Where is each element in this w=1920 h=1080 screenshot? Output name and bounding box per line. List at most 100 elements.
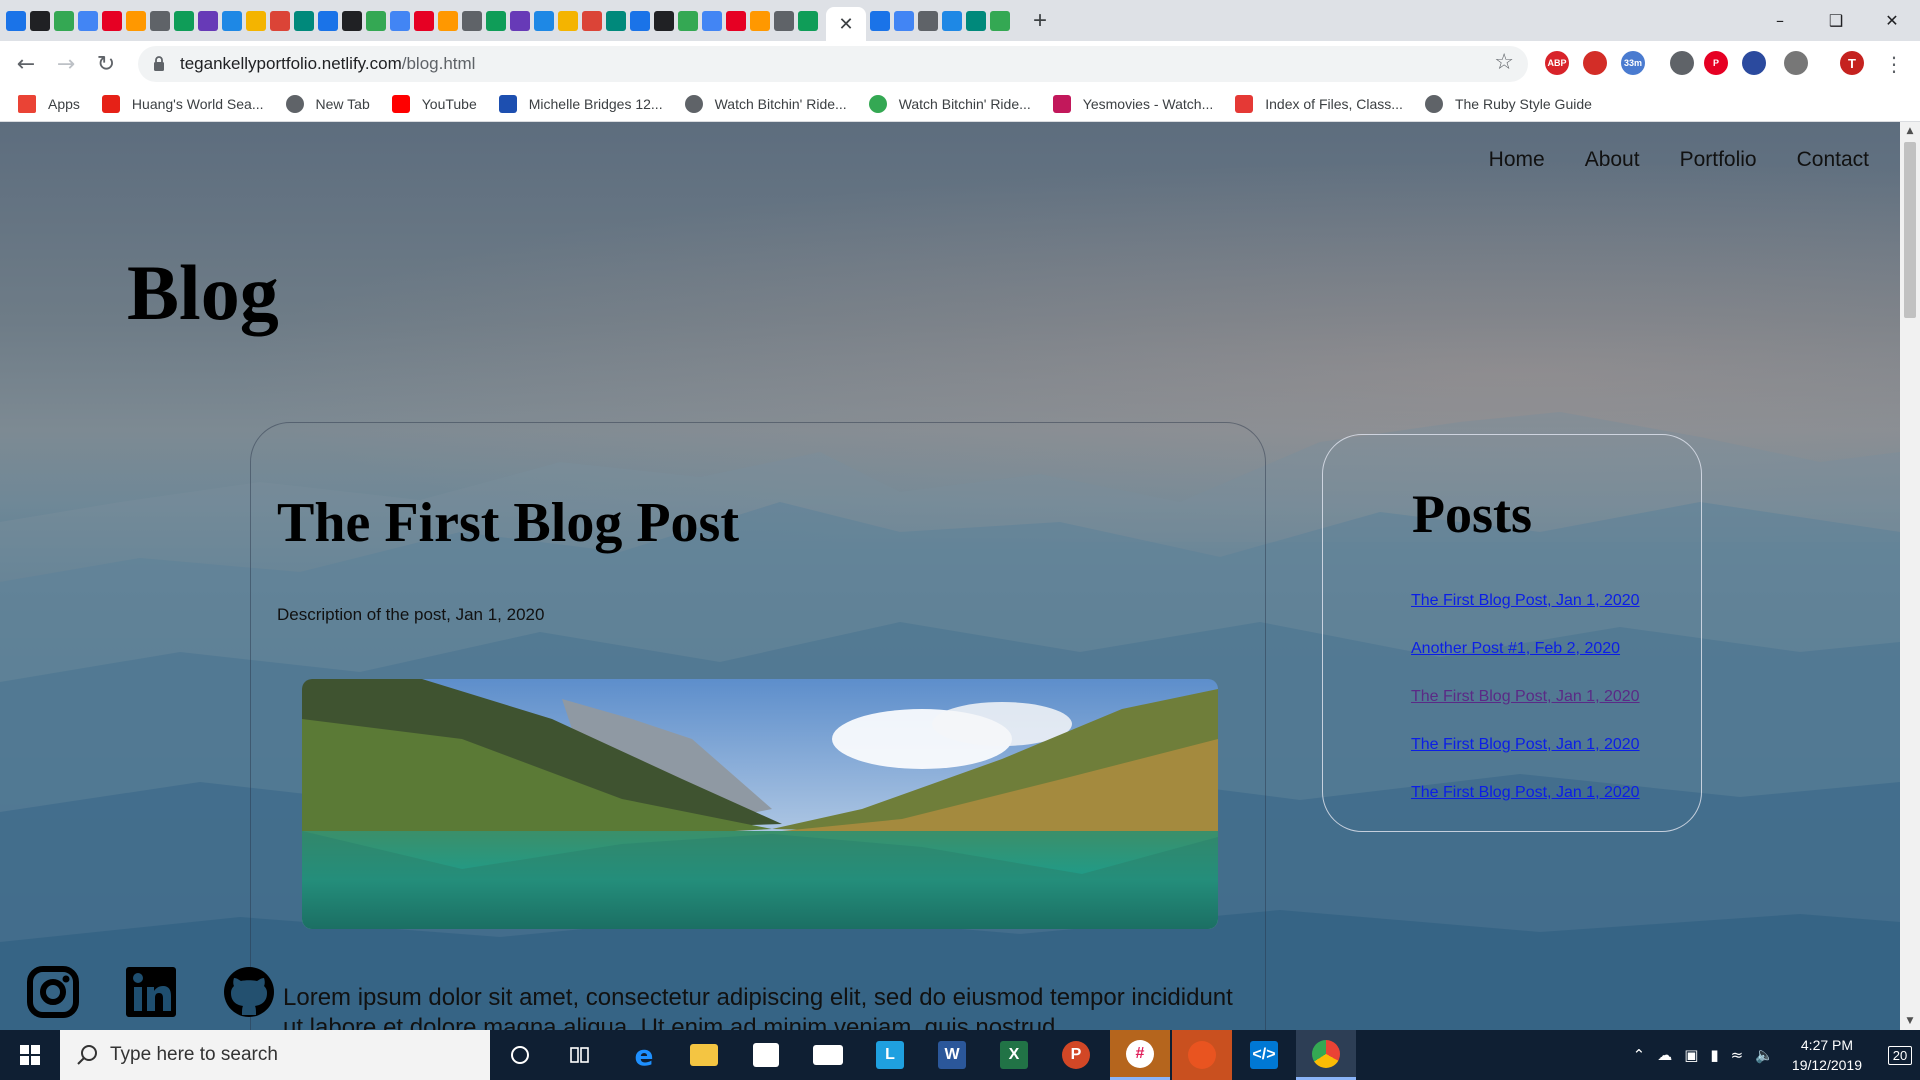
bookmark-item[interactable]: YouTube: [391, 95, 477, 113]
abp-icon[interactable]: ABP: [1545, 51, 1569, 75]
background-tab-favicon[interactable]: [798, 10, 818, 31]
menu-kebab-icon[interactable]: ⋮: [1874, 44, 1914, 84]
bookmark-item[interactable]: Michelle Bridges 12...: [498, 95, 663, 113]
notification-center[interactable]: 20: [1880, 1030, 1920, 1080]
background-tab-favicon[interactable]: [102, 10, 122, 31]
store-icon[interactable]: [736, 1030, 796, 1080]
background-tab-favicon[interactable]: [870, 10, 890, 31]
mail-icon[interactable]: [798, 1030, 858, 1080]
background-tab-favicon[interactable]: [318, 10, 338, 31]
volume-icon[interactable]: 🔈: [1755, 1046, 1774, 1064]
defender-icon[interactable]: ▣: [1684, 1046, 1698, 1064]
background-tab-favicon[interactable]: [942, 10, 962, 31]
bookmark-item[interactable]: Watch Bitchin' Ride...: [868, 95, 1031, 113]
bookmark-star-icon[interactable]: ☆: [1494, 50, 1514, 75]
page-scrollbar[interactable]: ▲ ▼: [1900, 122, 1920, 1030]
wifi-icon[interactable]: ≈: [1731, 1046, 1744, 1064]
background-tab-favicon[interactable]: [702, 10, 722, 31]
chrome-icon[interactable]: [1296, 1030, 1356, 1080]
ubuntu-icon[interactable]: [1172, 1030, 1232, 1080]
background-tab-favicon[interactable]: [78, 10, 98, 31]
pinterest-icon[interactable]: P: [1704, 51, 1728, 75]
background-tab-favicon[interactable]: [174, 10, 194, 31]
background-tab-favicon[interactable]: [678, 10, 698, 31]
chevron-up-icon[interactable]: ⌃: [1633, 1046, 1646, 1064]
new-tab-button[interactable]: +: [1028, 7, 1052, 35]
profile-avatar[interactable]: T: [1840, 51, 1864, 75]
bookmark-item[interactable]: Apps: [18, 95, 80, 113]
background-tab-favicon[interactable]: [774, 10, 794, 31]
forward-icon[interactable]: →: [46, 44, 86, 84]
pencil-icon[interactable]: [1670, 51, 1694, 75]
address-bar[interactable]: tegankellyportfolio.netlify.com/blog.htm…: [138, 46, 1528, 82]
onedrive-icon[interactable]: ☁: [1657, 1046, 1672, 1064]
background-tab-favicon[interactable]: [894, 10, 914, 31]
lastpass-icon[interactable]: [1583, 51, 1607, 75]
background-tab-favicon[interactable]: [366, 10, 386, 31]
edge-icon[interactable]: e: [614, 1030, 674, 1080]
post-link[interactable]: The First Blog Post, Jan 1, 2020: [1411, 591, 1640, 639]
background-tab-favicon[interactable]: [462, 10, 482, 31]
github-icon[interactable]: [222, 965, 276, 1019]
background-tab-favicon[interactable]: [510, 10, 530, 31]
background-tab-favicon[interactable]: [54, 10, 74, 31]
excel-icon[interactable]: X: [984, 1030, 1044, 1080]
word-icon[interactable]: W: [922, 1030, 982, 1080]
background-tab-favicon[interactable]: [30, 10, 50, 31]
timer-icon[interactable]: 33m: [1621, 51, 1645, 75]
nav-link-portfolio[interactable]: Portfolio: [1680, 148, 1757, 172]
background-tab-favicon[interactable]: [654, 10, 674, 31]
background-tab-favicon[interactable]: [270, 10, 290, 31]
background-tab-favicon[interactable]: [150, 10, 170, 31]
pocket-icon[interactable]: [1784, 51, 1808, 75]
instagram-icon[interactable]: [26, 965, 80, 1019]
post-link[interactable]: The First Blog Post, Jan 1, 2020: [1411, 687, 1640, 735]
background-tab-favicon[interactable]: [126, 10, 146, 31]
background-tab-favicon[interactable]: [390, 10, 410, 31]
vscode-icon[interactable]: </>: [1234, 1030, 1294, 1080]
scroll-down-arrow[interactable]: ▼: [1900, 1012, 1920, 1030]
minimize-button[interactable]: –: [1752, 0, 1808, 41]
cortana-icon[interactable]: [490, 1030, 550, 1080]
active-tab-close-icon[interactable]: ✕: [826, 7, 866, 41]
bookmark-item[interactable]: Index of Files, Class...: [1235, 95, 1403, 113]
nav-link-about[interactable]: About: [1585, 148, 1640, 172]
bookmark-item[interactable]: Yesmovies - Watch...: [1052, 95, 1213, 113]
nav-link-contact[interactable]: Contact: [1797, 148, 1869, 172]
maximize-button[interactable]: ❑: [1808, 0, 1864, 41]
reload-icon[interactable]: ↻: [86, 44, 126, 84]
background-tab-favicon[interactable]: [222, 10, 242, 31]
bookmark-item[interactable]: The Ruby Style Guide: [1424, 95, 1592, 113]
clock[interactable]: 4:27 PM 19/12/2019: [1792, 1035, 1862, 1075]
post-link[interactable]: Another Post #1, Feb 2, 2020: [1411, 639, 1640, 687]
background-tab-favicon[interactable]: [414, 10, 434, 31]
linkedin-icon[interactable]: [124, 965, 178, 1019]
l-app-icon[interactable]: L: [860, 1030, 920, 1080]
background-tab-favicon[interactable]: [990, 10, 1010, 31]
background-tab-favicon[interactable]: [966, 10, 986, 31]
background-tab-favicon[interactable]: [726, 10, 746, 31]
background-tab-favicon[interactable]: [6, 10, 26, 31]
background-tab-favicon[interactable]: [486, 10, 506, 31]
background-tab-favicon[interactable]: [558, 10, 578, 31]
background-tab-favicon[interactable]: [294, 10, 314, 31]
background-tab-favicon[interactable]: [198, 10, 218, 31]
background-tab-favicon[interactable]: [438, 10, 458, 31]
background-tab-favicon[interactable]: [750, 10, 770, 31]
powerpoint-icon[interactable]: P: [1046, 1030, 1106, 1080]
nav-link-home[interactable]: Home: [1489, 148, 1545, 172]
background-tab-favicon[interactable]: [918, 10, 938, 31]
scroll-thumb[interactable]: [1904, 142, 1916, 318]
background-tab-favicon[interactable]: [342, 10, 362, 31]
bookmark-item[interactable]: Huang's World Sea...: [101, 95, 264, 113]
bookmark-item[interactable]: New Tab: [285, 95, 370, 113]
task-view-icon[interactable]: [550, 1030, 610, 1080]
close-window-button[interactable]: ✕: [1864, 0, 1920, 41]
reader-icon[interactable]: [1742, 51, 1766, 75]
background-tab-favicon[interactable]: [606, 10, 626, 31]
file-explorer-icon[interactable]: [674, 1030, 734, 1080]
slack-icon[interactable]: #: [1110, 1030, 1170, 1080]
background-tab-favicon[interactable]: [630, 10, 650, 31]
post-link[interactable]: The First Blog Post, Jan 1, 2020: [1411, 735, 1640, 783]
battery-icon[interactable]: ▮: [1710, 1046, 1718, 1064]
